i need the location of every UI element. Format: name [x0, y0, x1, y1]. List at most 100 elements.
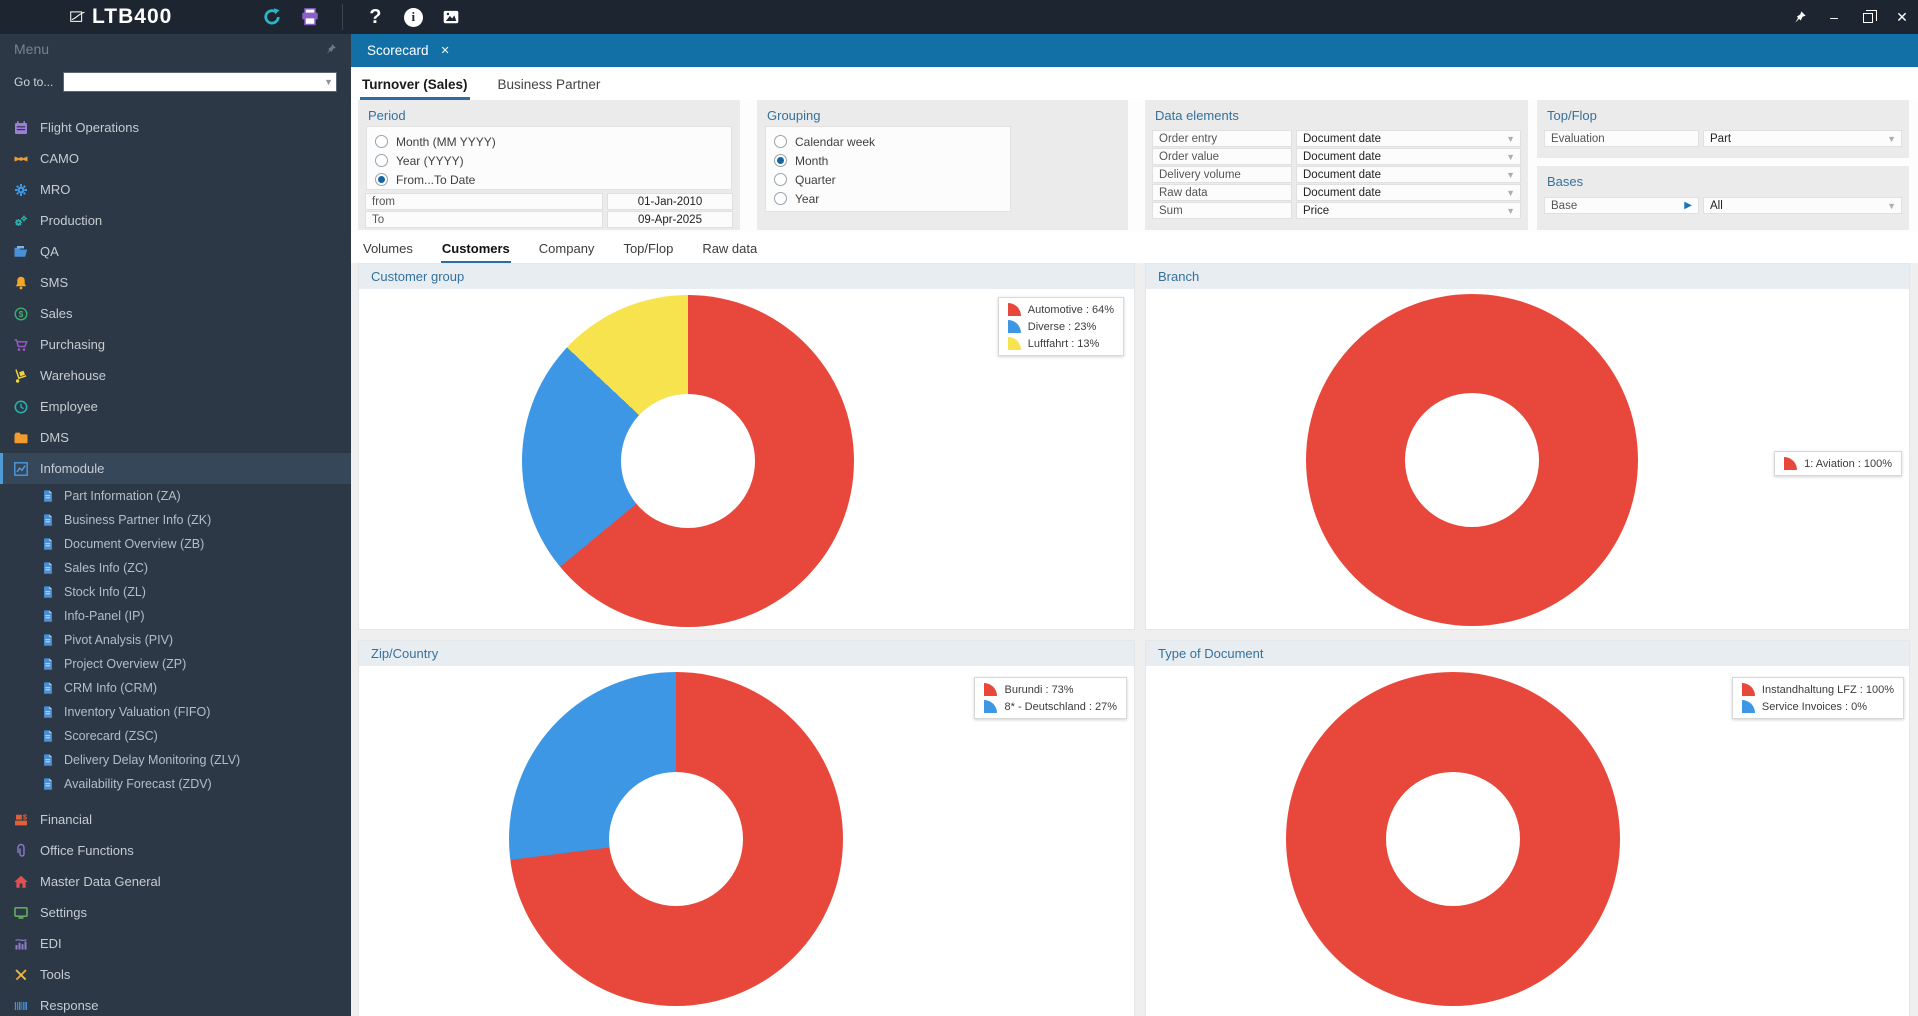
gear-icon — [15, 183, 27, 196]
printer-icon[interactable] — [298, 5, 322, 29]
radio-icon[interactable] — [375, 135, 388, 148]
sidebar-item-warehouse[interactable]: Warehouse — [0, 360, 351, 391]
sidebar-item-label: Settings — [40, 905, 87, 920]
tab-close-icon[interactable]: ✕ — [441, 44, 450, 57]
sidebar-item-camo[interactable]: CAMO — [0, 143, 351, 174]
sidebar-item-label: Tools — [40, 967, 71, 982]
radio-icon[interactable] — [774, 135, 787, 148]
radio-icon[interactable] — [375, 154, 388, 167]
sidebar-item-availability-forecast[interactable]: Availability Forecast (ZDV) — [0, 772, 351, 796]
legend-label: Burundi : 73% — [1004, 683, 1074, 696]
chevron-down-icon: ▼ — [1506, 152, 1515, 162]
tab-company[interactable]: Company — [538, 236, 596, 263]
sidebar-item-pivot-analysis[interactable]: Pivot Analysis (PIV) — [0, 628, 351, 652]
sidebar-item-info-panel[interactable]: Info-Panel (IP) — [0, 604, 351, 628]
order-value-dropdown[interactable]: Document date ▼ — [1296, 148, 1521, 165]
radio-grouping-month[interactable]: Month — [774, 151, 1002, 170]
help-icon[interactable]: ? — [363, 5, 387, 29]
radio-year[interactable]: Year (YYYY) — [375, 151, 723, 170]
row-label: Raw data — [1152, 184, 1292, 201]
sidebar-item-settings[interactable]: Settings — [0, 897, 351, 928]
image-icon[interactable] — [439, 5, 463, 29]
base-dropdown[interactable]: All ▼ — [1703, 197, 1902, 214]
handtruck-icon — [15, 368, 27, 383]
sidebar-item-document-overview[interactable]: Document Overview (ZB) — [0, 532, 351, 556]
sidebar-item-label: Infomodule — [40, 461, 105, 476]
radio-quarter[interactable]: Quarter — [774, 170, 1002, 189]
chevron-right-icon[interactable]: ▶ — [1684, 200, 1692, 211]
sidebar-item-sales[interactable]: $ Sales — [0, 298, 351, 329]
sidebar-item-purchasing[interactable]: Purchasing — [0, 329, 351, 360]
sidebar-item-label: Info-Panel (IP) — [64, 609, 145, 623]
tab-topflop[interactable]: Top/Flop — [622, 236, 674, 263]
tab-business-partner[interactable]: Business Partner — [496, 71, 603, 100]
radio-calendar-week[interactable]: Calendar week — [774, 132, 1002, 151]
sidebar-item-label: CRM Info (CRM) — [64, 681, 158, 695]
sidebar-item-business-partner-info[interactable]: Business Partner Info (ZK) — [0, 508, 351, 532]
sidebar-item-sms[interactable]: SMS — [0, 267, 351, 298]
info-icon[interactable]: i — [401, 5, 425, 29]
sidebar-item-part-information[interactable]: Part Information (ZA) — [0, 484, 351, 508]
sidebar-item-stock-info[interactable]: Stock Info (ZL) — [0, 580, 351, 604]
delivery-volume-dropdown[interactable]: Document date ▼ — [1296, 166, 1521, 183]
raw-data-dropdown[interactable]: Document date ▼ — [1296, 184, 1521, 201]
minimize-button[interactable]: – — [1826, 9, 1842, 25]
refresh-icon[interactable] — [260, 5, 284, 29]
bar-chart-icon — [15, 938, 27, 949]
chart-header: Branch — [1146, 264, 1909, 289]
sidebar-item-financial[interactable]: $ Financial — [0, 804, 351, 835]
sidebar-item-label: Project Overview (ZP) — [64, 657, 187, 671]
radio-month[interactable]: Month (MM YYYY) — [375, 132, 723, 151]
tab-customers[interactable]: Customers — [440, 236, 511, 263]
legend-label: Service Invoices : 0% — [1761, 700, 1868, 713]
sidebar-item-project-overview[interactable]: Project Overview (ZP) — [0, 652, 351, 676]
sidebar-item-edi[interactable]: EDI — [0, 928, 351, 959]
sidebar-pin-icon[interactable] — [325, 43, 337, 55]
sidebar-item-mro[interactable]: MRO — [0, 174, 351, 205]
sidebar-item-delivery-delay-monitoring[interactable]: Delivery Delay Monitoring (ZLV) — [0, 748, 351, 772]
sidebar-item-sales-info[interactable]: Sales Info (ZC) — [0, 556, 351, 580]
radio-from-to-date[interactable]: From...To Date — [375, 170, 723, 189]
sidebar-item-qa[interactable]: QA — [0, 236, 351, 267]
radio-icon[interactable] — [774, 154, 787, 167]
calendar-icon — [15, 120, 27, 134]
tab-volumes[interactable]: Volumes — [362, 236, 414, 263]
chevron-down-icon[interactable]: ▼ — [324, 77, 333, 87]
tab-turnover-sales[interactable]: Turnover (Sales) — [360, 71, 470, 100]
base-label-cell[interactable]: Base ▶ — [1544, 197, 1699, 214]
sidebar-item-dms[interactable]: DMS — [0, 422, 351, 453]
order-entry-dropdown[interactable]: Document date ▼ — [1296, 130, 1521, 147]
app-logo: LTB400 — [70, 5, 172, 29]
goto-input[interactable] — [64, 73, 336, 91]
sidebar-item-inventory-valuation[interactable]: Inventory Valuation (FIFO) — [0, 700, 351, 724]
sidebar-item-production[interactable]: Production — [0, 205, 351, 236]
sidebar-item-infomodule[interactable]: Infomodule — [0, 453, 351, 484]
chart-title: Type of Document — [1158, 646, 1264, 661]
row-label: Order value — [1152, 148, 1292, 165]
from-date-field[interactable]: 01-Jan-2010 — [607, 193, 733, 210]
donut-chart — [1286, 672, 1620, 1006]
sidebar-item-employee[interactable]: Employee — [0, 391, 351, 422]
to-date-field[interactable]: 09-Apr-2025 — [607, 211, 733, 228]
evaluation-dropdown[interactable]: Part ▼ — [1703, 130, 1902, 147]
radio-icon[interactable] — [375, 173, 388, 186]
goto-combobox[interactable]: ▼ — [63, 72, 337, 92]
sidebar-item-crm-info[interactable]: CRM Info (CRM) — [0, 676, 351, 700]
close-button[interactable]: ✕ — [1894, 9, 1910, 25]
sidebar-item-master-data-general[interactable]: Master Data General — [0, 866, 351, 897]
sidebar-item-scorecard[interactable]: Scorecard (ZSC) — [0, 724, 351, 748]
sidebar-item-tools[interactable]: Tools — [0, 959, 351, 990]
sidebar-item-flight-operations[interactable]: Flight Operations — [0, 112, 351, 143]
sidebar-item-label: QA — [40, 244, 59, 259]
restore-button[interactable] — [1860, 9, 1877, 25]
tab-raw-data[interactable]: Raw data — [701, 236, 758, 263]
radio-icon[interactable] — [774, 173, 787, 186]
radio-grouping-year[interactable]: Year — [774, 189, 1002, 208]
sum-dropdown[interactable]: Price ▼ — [1296, 202, 1521, 219]
radio-icon[interactable] — [774, 192, 787, 205]
tab-scorecard[interactable]: Scorecard ✕ — [351, 34, 466, 67]
sidebar-item-office-functions[interactable]: Office Functions — [0, 835, 351, 866]
sidebar-item-response[interactable]: Response — [0, 990, 351, 1016]
pin-icon[interactable] — [1792, 9, 1808, 25]
legend-swatch-icon — [1007, 320, 1021, 333]
